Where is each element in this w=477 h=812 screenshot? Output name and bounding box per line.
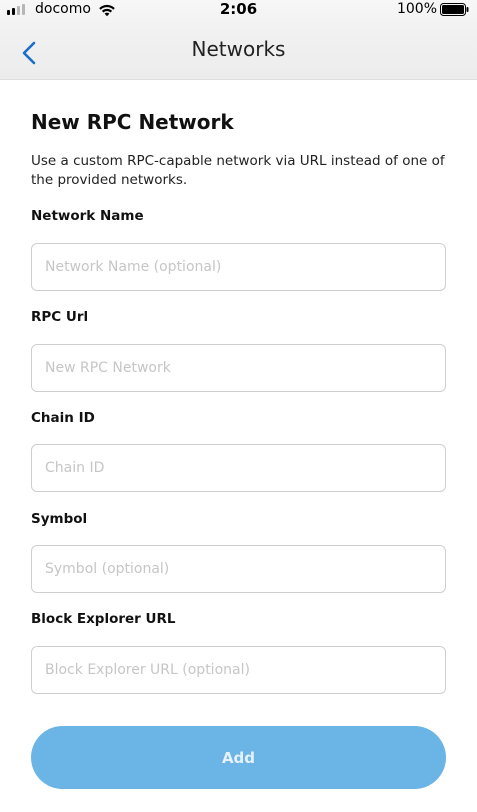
battery-icon — [440, 3, 469, 20]
rpc-url-input[interactable] — [31, 344, 446, 392]
block-explorer-url-label: Block Explorer URL — [31, 611, 176, 627]
rpc-url-label: RPC Url — [31, 309, 89, 325]
form-heading: New RPC Network — [31, 110, 234, 134]
form-description: Use a custom RPC-capable network via URL… — [31, 153, 445, 188]
block-explorer-url-input[interactable] — [31, 646, 446, 694]
top-bar: docomo 2:06 100% Networks — [0, 0, 477, 80]
battery-percentage: 100% — [396, 1, 437, 17]
chain-id-input[interactable] — [31, 444, 446, 492]
network-name-input[interactable] — [31, 243, 446, 291]
page-title: Networks — [191, 37, 286, 61]
status-bar: docomo 2:06 100% — [0, 0, 477, 20]
symbol-input[interactable] — [31, 545, 446, 593]
add-button[interactable]: Add — [31, 726, 446, 789]
chain-id-label: Chain ID — [31, 410, 95, 426]
network-name-label: Network Name — [31, 208, 144, 224]
symbol-label: Symbol — [31, 511, 88, 527]
